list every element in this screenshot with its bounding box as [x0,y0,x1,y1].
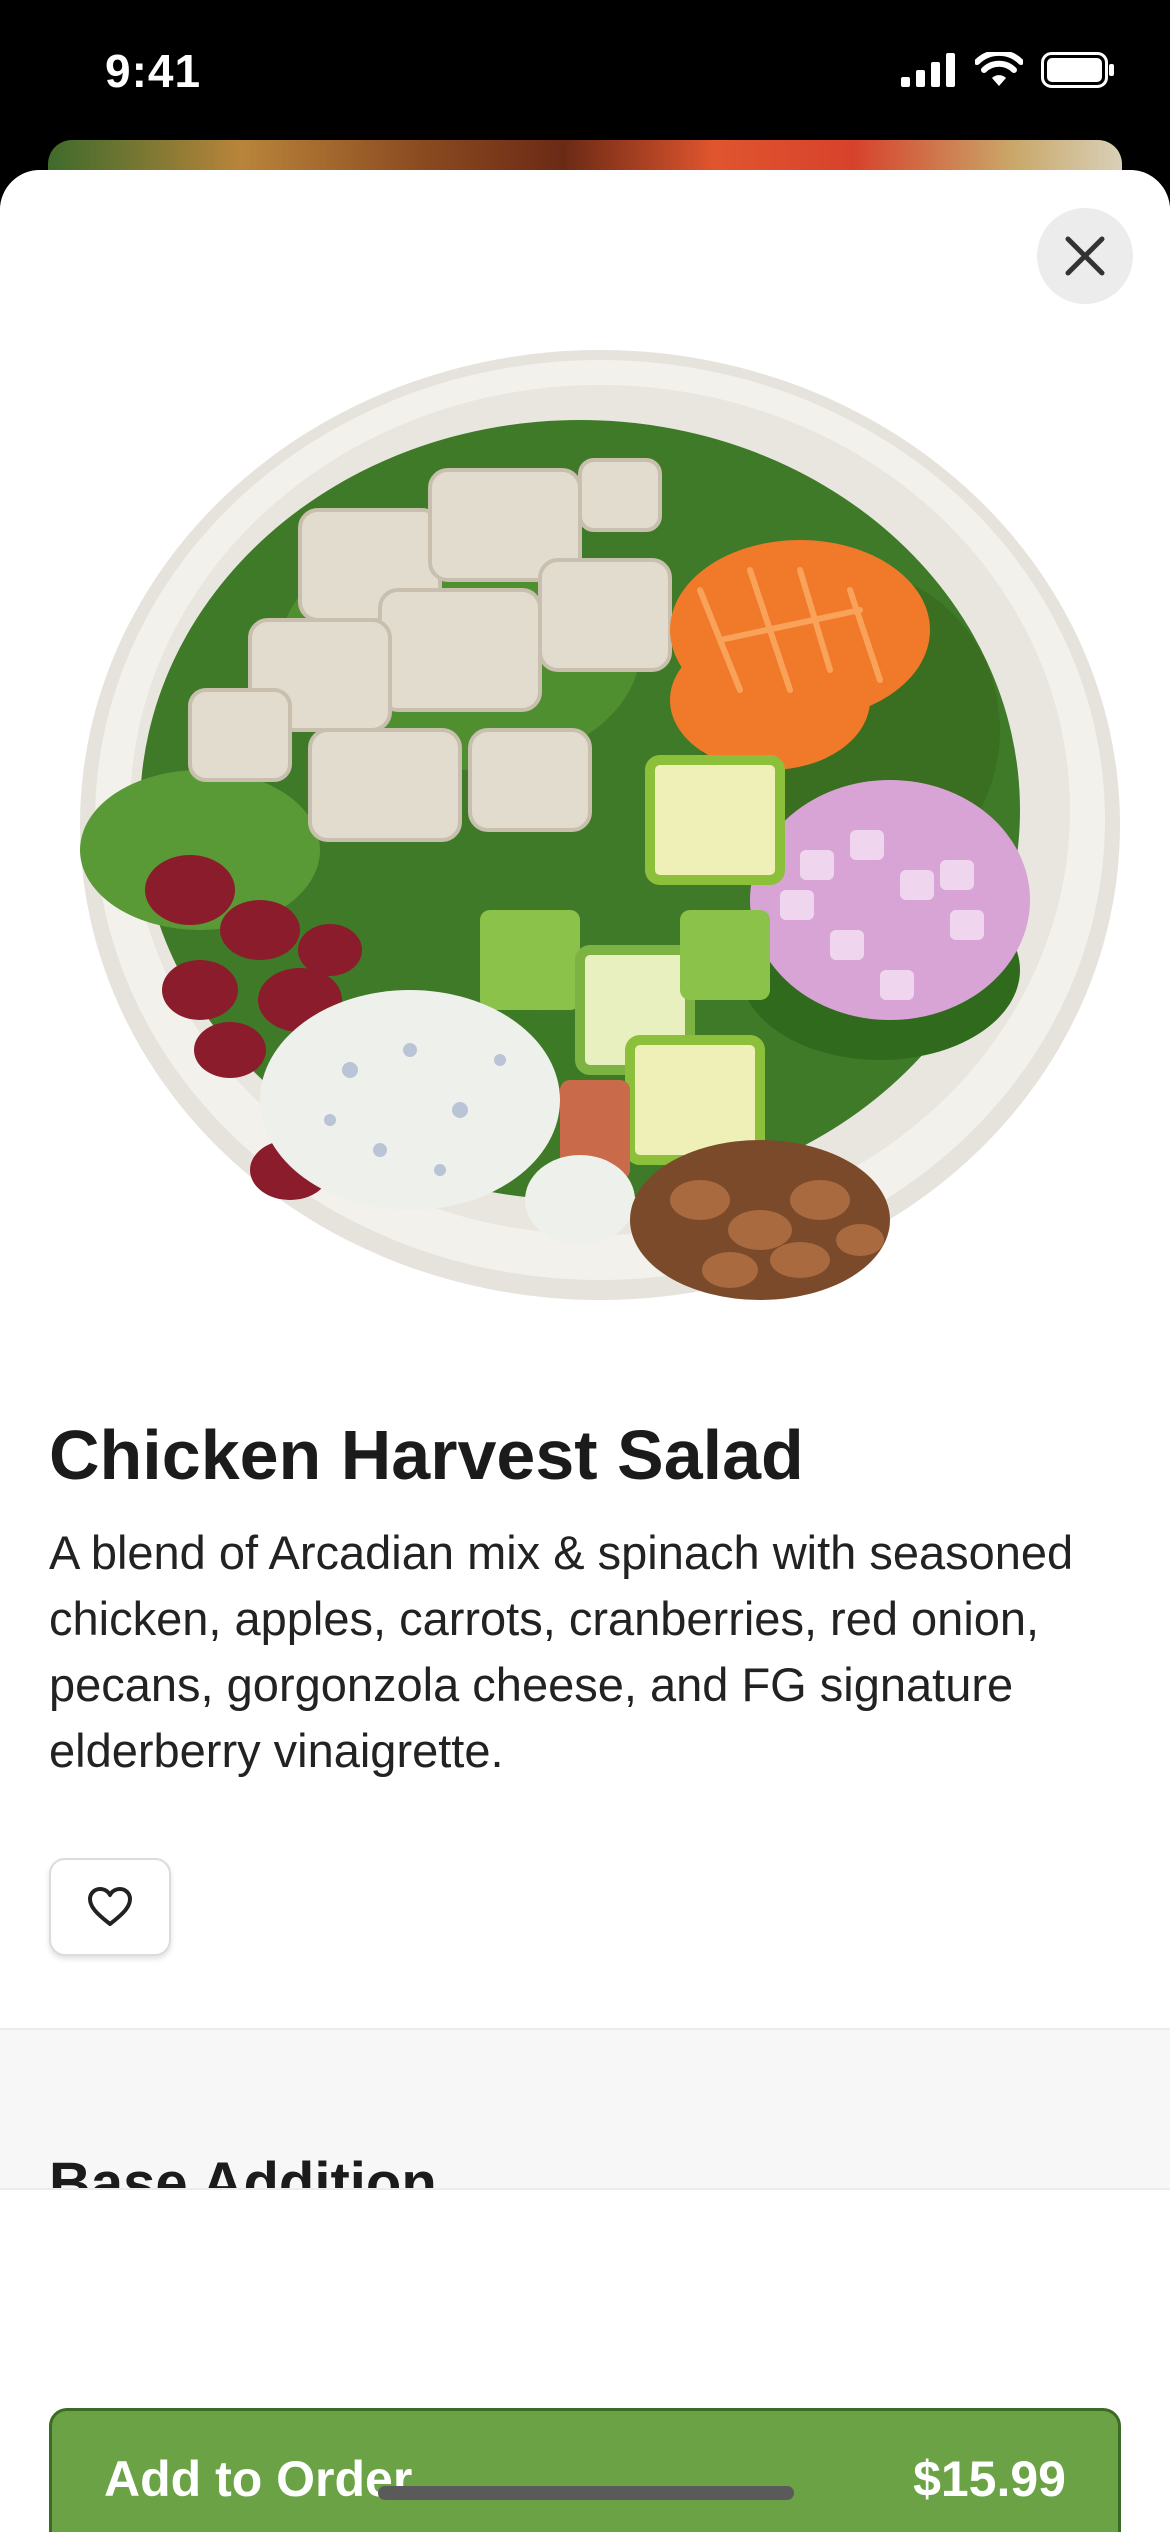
salad-illustration [80,350,1120,1300]
salad-bowl-image [0,170,1170,1350]
heart-icon [88,1887,132,1926]
order-footer: Add to Order $15.99 [0,2188,1170,2532]
signal-icon [901,53,955,87]
home-indicator[interactable] [378,2486,794,2500]
add-to-order-button[interactable]: Add to Order $15.99 [49,2408,1121,2532]
close-icon [1065,236,1105,276]
options-section: Base Addition [0,2030,1170,2190]
close-button[interactable] [1037,208,1133,304]
status-icons [901,52,1115,88]
status-bar: 9:41 [0,0,1170,150]
battery-icon [1041,52,1114,88]
item-title: Chicken Harvest Salad [49,1416,804,1494]
status-time: 9:41 [105,45,202,97]
add-to-order-label: Add to Order [104,2451,413,2507]
item-description: A blend of Arcadian mix & spinach with s… [49,1526,1074,1777]
item-detail-sheet: Chicken Harvest Salad A blend of Arcadia… [0,170,1170,2532]
section-title-base-addition: Base Addition [49,2151,437,2190]
wifi-icon [975,52,1023,86]
screen: 9:41 Chicken Harvest Salad A blend of Ar… [0,0,1170,2532]
price-label: $15.99 [913,2451,1066,2507]
favorite-button[interactable] [49,1858,171,1956]
